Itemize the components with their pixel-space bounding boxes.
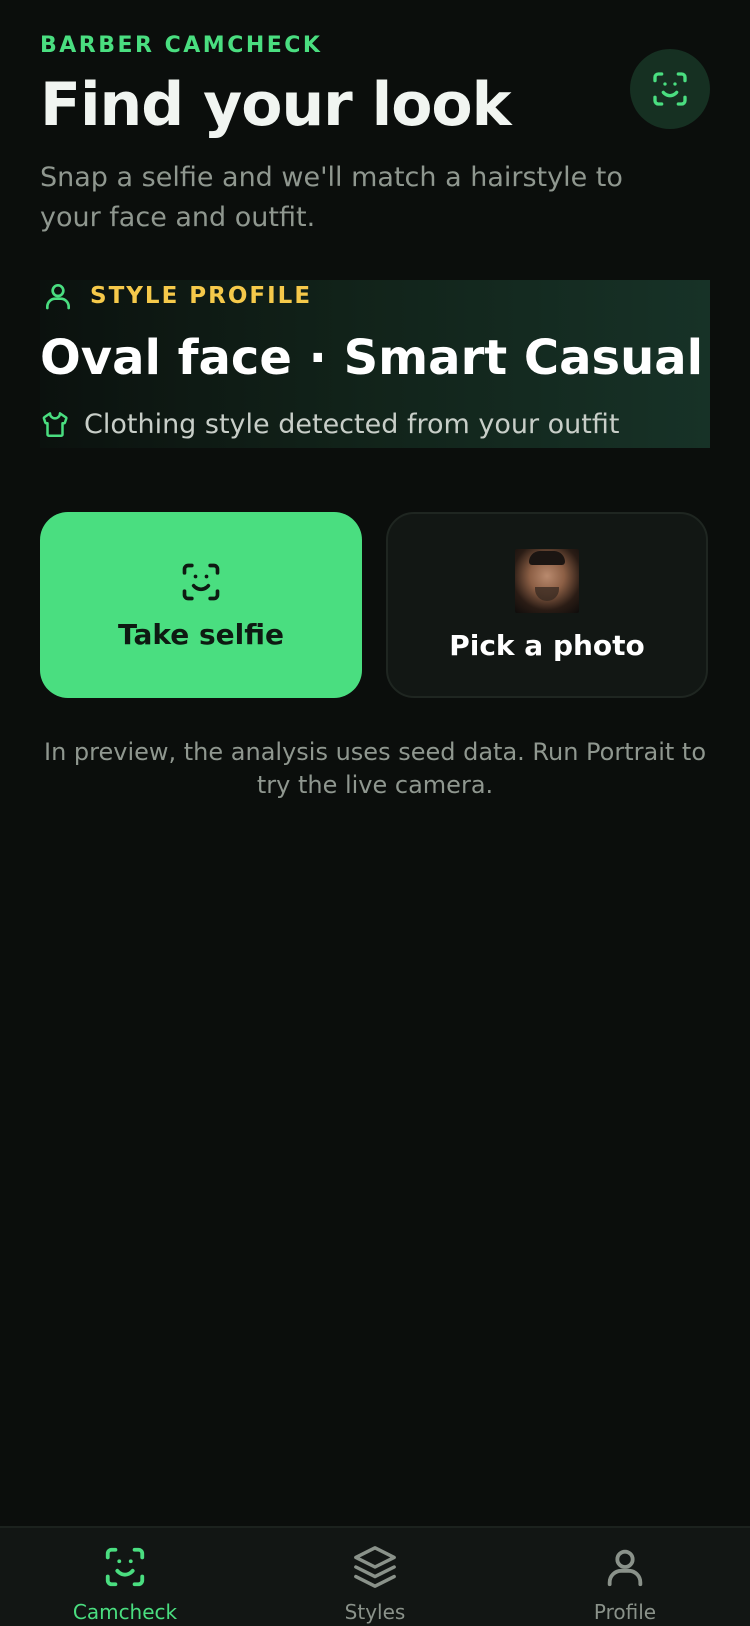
pick-photo-button[interactable]: Pick a photo xyxy=(386,512,708,698)
style-profile-eyebrow: STYLE PROFILE xyxy=(40,280,312,312)
page-subtitle: Snap a selfie and we'll match a hairstyl… xyxy=(40,162,623,233)
style-profile-title: Oval face · Smart Casual xyxy=(40,330,704,386)
tab-camcheck-label: Camcheck xyxy=(72,1600,178,1624)
user-icon xyxy=(46,284,70,310)
tab-profile[interactable]: Profile xyxy=(525,1544,725,1624)
user-icon xyxy=(607,1549,643,1587)
face-scan-icon xyxy=(105,1547,145,1587)
face-scan-icon xyxy=(653,72,687,106)
layers-icon xyxy=(354,1546,396,1588)
page-title: Find your look xyxy=(40,70,512,140)
camera-shortcut-button[interactable] xyxy=(630,49,710,129)
tab-bar: Camcheck Styles Profile xyxy=(0,1526,750,1626)
face-scan-icon xyxy=(182,563,220,600)
tab-camcheck[interactable]: Camcheck xyxy=(25,1544,225,1624)
tab-profile-label: Profile xyxy=(593,1600,657,1624)
style-profile-card: STYLE PROFILE Oval face · Smart Casual C… xyxy=(40,280,710,448)
portrait-photo-thumbnail xyxy=(515,548,579,613)
take-selfie-label: Take selfie xyxy=(118,617,284,651)
tab-styles-label: Styles xyxy=(344,1600,406,1624)
tab-styles[interactable]: Styles xyxy=(275,1544,475,1624)
take-selfie-button[interactable]: Take selfie xyxy=(40,512,362,698)
eyebrow-label: BARBER CAMCHECK xyxy=(40,33,323,58)
style-profile-detail: Clothing style detected from your outfit xyxy=(40,407,619,441)
style-profile-eyebrow-label: STYLE PROFILE xyxy=(90,283,313,309)
preview-notice: In preview, the analysis uses seed data.… xyxy=(43,738,707,799)
style-profile-detail-label: Clothing style detected from your outfit xyxy=(84,408,620,440)
shirt-icon xyxy=(42,412,68,437)
pick-photo-label: Pick a photo xyxy=(449,628,645,662)
